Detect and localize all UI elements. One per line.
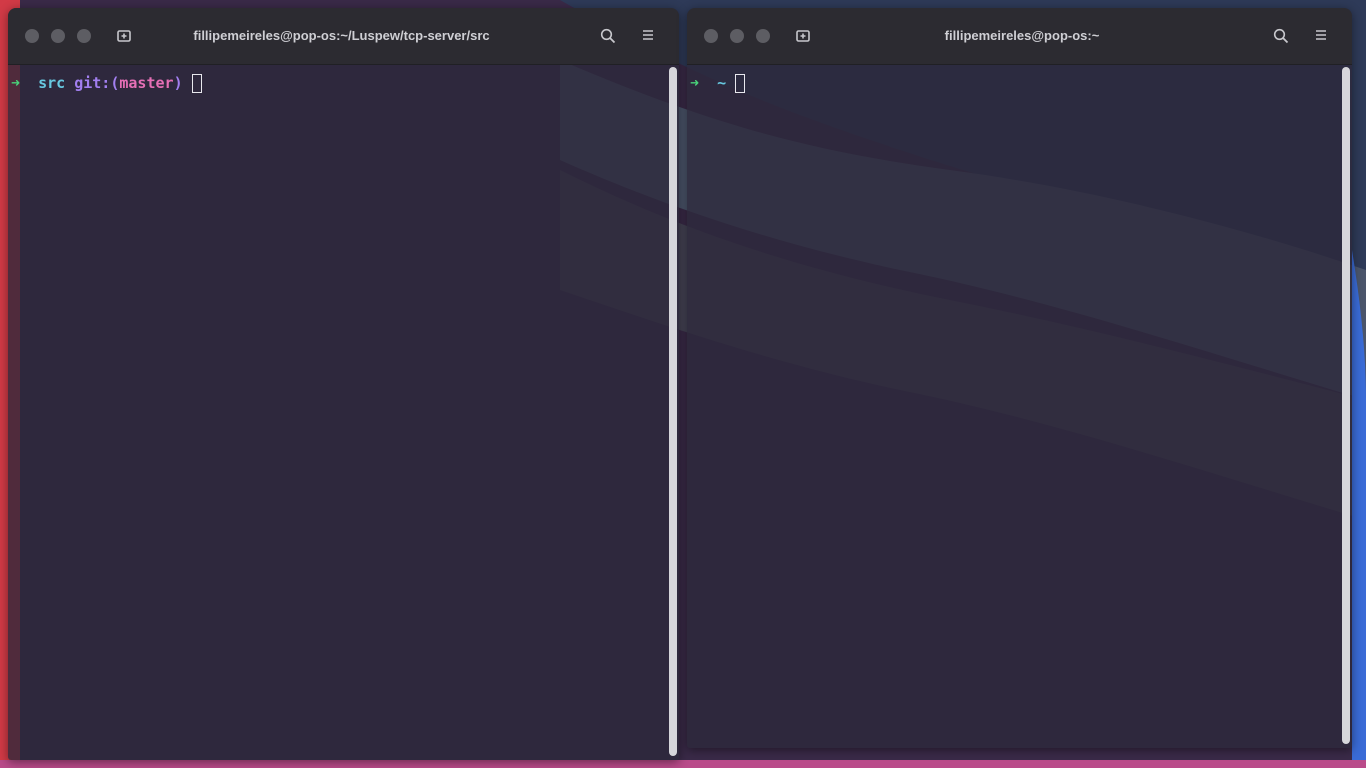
git-branch: master: [119, 74, 174, 92]
text-cursor: [735, 74, 746, 93]
search-icon[interactable]: [600, 28, 616, 44]
window-title: fillipemeireles@pop-os:~/Luspew/tcp-serv…: [193, 28, 490, 43]
scrollbar-thumb[interactable]: [1342, 67, 1350, 744]
terminal-area[interactable]: ➜ ~: [687, 65, 1352, 748]
titlebar[interactable]: fillipemeireles@pop-os:~/Luspew/tcp-serv…: [8, 8, 679, 65]
window-title: fillipemeireles@pop-os:~: [944, 28, 1100, 43]
prompt-line: ➜ src git:(master): [11, 73, 202, 93]
hamburger-menu-icon[interactable]: [1314, 28, 1328, 42]
prompt-arrow: ➜: [11, 74, 21, 92]
scrollbar-thumb[interactable]: [669, 67, 677, 756]
new-tab-icon[interactable]: [795, 28, 811, 44]
text-cursor: [191, 74, 202, 93]
search-icon[interactable]: [1273, 28, 1289, 44]
titlebar[interactable]: fillipemeireles@pop-os:~: [687, 8, 1352, 65]
maximize-button[interactable]: [77, 29, 91, 43]
minimize-button[interactable]: [730, 29, 744, 43]
git-label: git:(: [74, 74, 120, 92]
close-button[interactable]: [704, 29, 718, 43]
git-label-close: ): [173, 74, 183, 92]
terminal-window-right[interactable]: fillipemeireles@pop-os:~ ➜ ~: [687, 8, 1352, 748]
prompt-line: ➜ ~: [690, 73, 746, 93]
prompt-directory: src: [38, 74, 66, 92]
scrollbar[interactable]: [1342, 67, 1350, 744]
prompt-directory: ~: [717, 74, 727, 92]
maximize-button[interactable]: [756, 29, 770, 43]
terminal-area[interactable]: ➜ src git:(master): [8, 65, 679, 760]
new-tab-icon[interactable]: [116, 28, 132, 44]
hamburger-menu-icon[interactable]: [641, 28, 655, 42]
close-button[interactable]: [25, 29, 39, 43]
prompt-arrow: ➜: [690, 74, 700, 92]
terminal-window-left[interactable]: fillipemeireles@pop-os:~/Luspew/tcp-serv…: [8, 8, 679, 760]
minimize-button[interactable]: [51, 29, 65, 43]
scrollbar[interactable]: [669, 67, 677, 756]
